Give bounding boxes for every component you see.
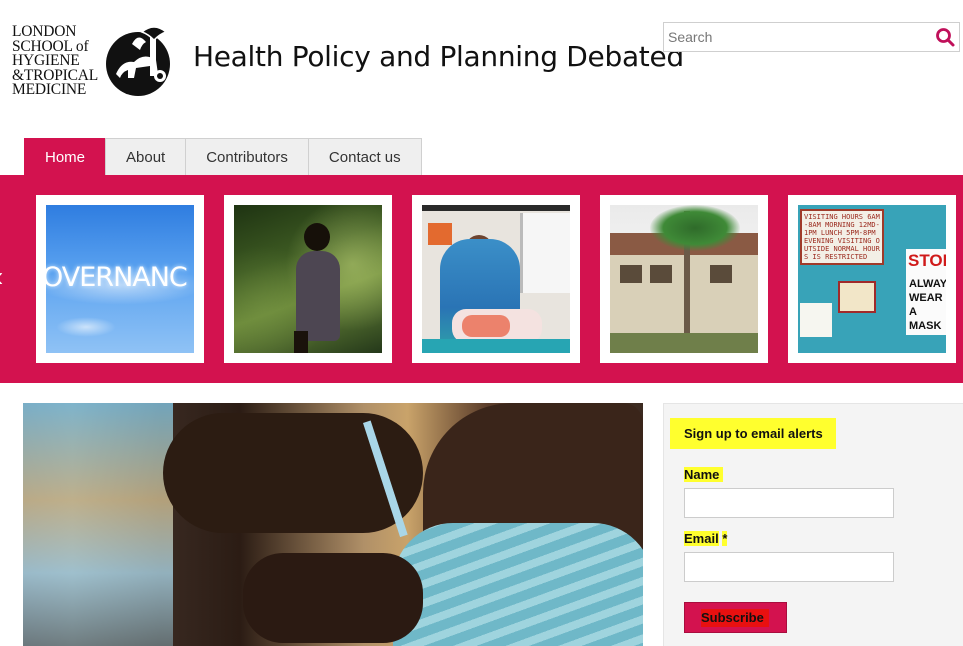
email-label-group: Email * xyxy=(684,531,731,546)
health-centre-image xyxy=(610,205,758,353)
child-forest-image xyxy=(234,205,382,353)
site-title: Health Policy and Planning Debated xyxy=(193,40,684,73)
tab-contributors[interactable]: Contributors xyxy=(185,138,309,175)
subscribe-button[interactable]: Subscribe xyxy=(684,602,787,633)
subscribe-label: Subscribe xyxy=(701,609,769,627)
email-label: Email xyxy=(684,531,719,546)
carousel-prev-icon[interactable]: ‹ xyxy=(0,263,3,291)
tab-contact-us[interactable]: Contact us xyxy=(307,138,422,175)
governance-image: OVERNANC xyxy=(46,205,194,353)
tab-about[interactable]: About xyxy=(105,138,187,175)
tab-home[interactable]: Home xyxy=(24,138,107,175)
search-box xyxy=(663,22,960,52)
carousel-thumb-building[interactable] xyxy=(600,195,768,363)
mother-newborn-image xyxy=(422,205,570,353)
name-label: Name xyxy=(684,467,724,482)
carousel-thumb-child[interactable] xyxy=(224,195,392,363)
mask-sign-text: ALWAYS WEAR A MASK xyxy=(909,278,946,332)
email-field[interactable] xyxy=(684,552,894,582)
email-alerts-title: Sign up to email alerts xyxy=(670,418,836,449)
search-input[interactable] xyxy=(668,27,930,47)
main-nav: Home About Contributors Contact us xyxy=(24,138,422,175)
hospital-signs-image: VISITING HOURS 6AM-8AM MORNING 12MD-1PM … xyxy=(798,205,946,353)
lshtm-logo[interactable]: LONDON SCHOOL of HYGIENE &TROPICAL MEDIC… xyxy=(12,22,172,100)
search-icon[interactable] xyxy=(934,26,956,48)
visiting-hours-sign: VISITING HOURS 6AM-8AM MORNING 12MD-1PM … xyxy=(804,213,880,261)
required-mark: * xyxy=(722,531,728,546)
governance-caption: OVERNANC xyxy=(46,262,188,293)
name-field[interactable] xyxy=(684,488,894,518)
logo-line: MEDICINE xyxy=(12,81,87,98)
featured-carousel: ‹ OVERNANC xyxy=(0,175,963,383)
carousel-thumb-signs[interactable]: VISITING HOURS 6AM-8AM MORNING 12MD-1PM … xyxy=(788,195,956,363)
email-alerts-widget: Sign up to email alerts Name Email * Sub… xyxy=(663,403,963,646)
stop-sign-text: STOP xyxy=(908,251,946,270)
logo-wordmark: LONDON SCHOOL of HYGIENE &TROPICAL MEDIC… xyxy=(12,24,98,98)
carousel-thumb-governance[interactable]: OVERNANC xyxy=(36,195,204,363)
child-vaccination-photo[interactable] xyxy=(23,403,643,646)
lshtm-crest-icon xyxy=(106,26,170,96)
carousel-thumb-mother[interactable] xyxy=(412,195,580,363)
